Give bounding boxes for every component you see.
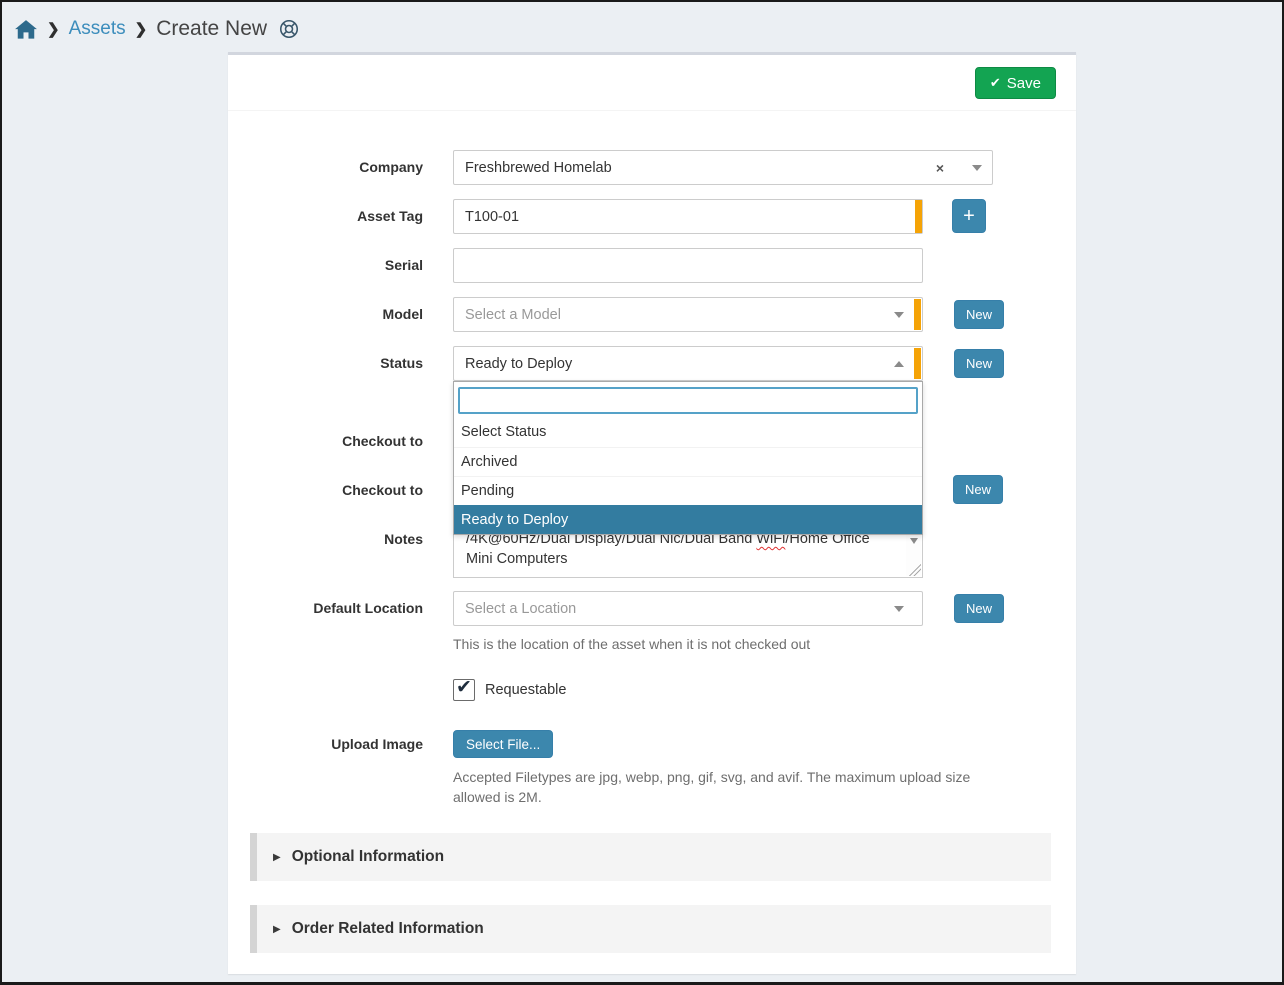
check-icon: ✔ (990, 75, 1001, 91)
new-status-button[interactable]: New (954, 349, 1004, 378)
asset-tag-input[interactable] (453, 199, 923, 234)
checkmark-icon: ✔ (456, 676, 472, 699)
company-select[interactable]: Freshbrewed Homelab × (453, 150, 993, 185)
card-header: ✔ Save (228, 55, 1076, 111)
new-model-button[interactable]: New (954, 300, 1004, 329)
life-ring-icon (278, 18, 300, 40)
upload-image-row: Upload Image Select File... (250, 730, 1051, 758)
breadcrumb: ❯ Assets ❯ Create New (2, 2, 1282, 52)
model-placeholder: Select a Model (465, 307, 886, 323)
status-option[interactable]: Select Status (454, 418, 922, 447)
status-option[interactable]: Pending (454, 476, 922, 505)
model-select[interactable]: Select a Model (453, 297, 923, 332)
asset-tag-row: Asset Tag + (250, 199, 1051, 234)
checkout-to-label: Checkout to (250, 482, 423, 498)
status-search-input[interactable] (458, 387, 918, 414)
requestable-row: ✔ Requestable (453, 678, 1051, 702)
page-title: Create New (156, 17, 267, 41)
create-asset-page: { "breadcrumb": { "separator": "❯", "ass… (0, 0, 1284, 985)
new-checkout-target-button[interactable]: New (953, 475, 1003, 504)
caret-down-icon (894, 606, 904, 612)
checkout-to-label: Checkout to (250, 433, 423, 449)
add-asset-tag-button[interactable]: + (952, 199, 986, 233)
upload-help-text: Accepted Filetypes are jpg, webp, png, g… (453, 767, 990, 807)
notes-label: Notes (250, 531, 423, 547)
asset-tag-field (453, 199, 923, 234)
home-icon[interactable] (14, 18, 38, 41)
clear-selection-icon[interactable]: × (936, 160, 944, 176)
status-option-selected[interactable]: Ready to Deploy (454, 505, 922, 534)
status-label: Status (250, 346, 453, 381)
requestable-checkbox[interactable]: ✔ (453, 679, 475, 701)
caret-down-icon (894, 312, 904, 318)
asset-form: Company Freshbrewed Homelab × Asset Tag … (228, 111, 1076, 953)
company-row: Company Freshbrewed Homelab × (250, 150, 1051, 185)
model-row: Model Select a Model New (250, 297, 1051, 332)
default-location-select[interactable]: Select a Location (453, 591, 923, 626)
status-selected-value: Ready to Deploy (465, 356, 886, 372)
save-button-label: Save (1007, 75, 1041, 92)
company-selected-value: Freshbrewed Homelab (465, 160, 936, 176)
caret-right-icon: ▶ (273, 924, 281, 935)
caret-up-icon (894, 361, 904, 367)
chevron-right-icon: ❯ (47, 20, 60, 38)
status-field: Ready to Deploy Select Status Archived P… (453, 346, 923, 381)
status-row: Status Ready to Deploy Select Status Arc… (250, 346, 1051, 381)
section-title: Optional Information (292, 848, 444, 866)
status-dropdown: Select Status Archived Pending Ready to … (453, 381, 923, 535)
breadcrumb-link-assets[interactable]: Assets (69, 18, 126, 40)
resize-grip-icon[interactable] (909, 564, 921, 576)
section-order-related-information[interactable]: ▶ Order Related Information (250, 905, 1051, 953)
section-optional-information[interactable]: ▶ Optional Information (250, 833, 1051, 881)
chevron-right-icon: ❯ (135, 20, 148, 38)
serial-field (453, 248, 923, 283)
new-location-button[interactable]: New (954, 594, 1004, 623)
serial-input[interactable] (453, 248, 923, 283)
default-location-help: This is the location of the asset when i… (453, 634, 993, 654)
select-file-button[interactable]: Select File... (453, 730, 553, 758)
company-label: Company (250, 150, 453, 185)
scroll-down-icon[interactable] (910, 538, 918, 544)
status-select[interactable]: Ready to Deploy (453, 346, 923, 381)
default-location-placeholder: Select a Location (465, 601, 886, 617)
upload-image-label: Upload Image (250, 730, 453, 758)
default-location-row: Default Location Select a Location New (250, 591, 1051, 626)
default-location-label: Default Location (250, 591, 453, 626)
status-option[interactable]: Archived (454, 447, 922, 476)
asset-tag-label: Asset Tag (250, 199, 453, 234)
section-title: Order Related Information (292, 920, 484, 938)
save-button[interactable]: ✔ Save (975, 67, 1056, 99)
caret-right-icon: ▶ (273, 852, 281, 863)
serial-label: Serial (250, 248, 453, 283)
create-asset-card: ✔ Save Company Freshbrewed Homelab × Ass… (228, 52, 1076, 974)
caret-down-icon (972, 165, 982, 171)
serial-row: Serial (250, 248, 1051, 283)
requestable-label: Requestable (485, 682, 566, 698)
model-label: Model (250, 297, 453, 332)
